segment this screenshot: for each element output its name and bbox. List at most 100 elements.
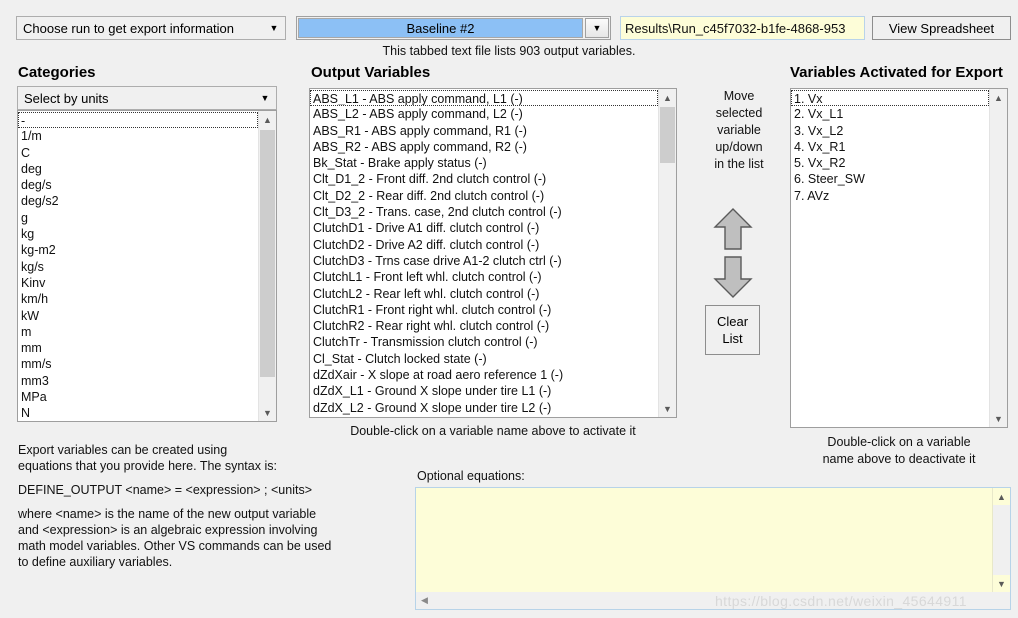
list-item[interactable]: deg (18, 161, 258, 177)
list-item[interactable]: ClutchL1 - Front left whl. clutch contro… (310, 269, 658, 285)
activated-hint: Double-click on a variable name above to… (790, 434, 1008, 468)
scrollbar-thumb[interactable] (260, 130, 275, 377)
equations-panel[interactable]: ▲ ▼ ◀ ▶ (415, 487, 1011, 610)
list-item[interactable]: N (18, 405, 258, 421)
scroll-down-icon[interactable]: ▼ (990, 410, 1007, 427)
output-variables-list-items[interactable]: ABS_L1 - ABS apply command, L1 (-) ABS_L2… (310, 89, 658, 417)
equations-input[interactable] (416, 488, 992, 592)
categories-select[interactable]: Select by units ▼ (17, 86, 277, 110)
help-syntax: DEFINE_OUTPUT <name> = <expression> ; <u… (18, 483, 313, 497)
list-item[interactable]: - (18, 112, 258, 129)
list-item[interactable]: km/h (18, 291, 258, 307)
list-item[interactable]: Bk_Stat - Brake apply status (-) (310, 155, 658, 171)
list-item[interactable]: Kinv (18, 275, 258, 291)
list-item[interactable]: ClutchR2 - Rear right whl. clutch contro… (310, 318, 658, 334)
output-variables-listbox[interactable]: ABS_L1 - ABS apply command, L1 (-) ABS_L2… (309, 88, 677, 418)
categories-select-value: Select by units (24, 90, 109, 106)
output-variables-heading: Output Variables (311, 64, 431, 81)
list-item[interactable]: deg/s (18, 177, 258, 193)
list-item[interactable]: kW (18, 308, 258, 324)
list-item[interactable]: mm3 (18, 373, 258, 389)
list-item[interactable]: C (18, 145, 258, 161)
clear-list-label-line: Clear (716, 314, 749, 329)
list-item[interactable]: 2. Vx_L1 (791, 106, 989, 122)
list-item[interactable]: dZdXair - X slope at road aero reference… (310, 367, 658, 383)
list-item[interactable]: MPa (18, 389, 258, 405)
equations-vscrollbar[interactable]: ▲ ▼ (992, 488, 1010, 592)
list-item[interactable]: g (18, 210, 258, 226)
list-item[interactable]: ClutchL2 - Rear left whl. clutch control… (310, 286, 658, 302)
list-item[interactable]: 4. Vx_R1 (791, 139, 989, 155)
list-item[interactable]: ABS_R2 - ABS apply command, R2 (-) (310, 139, 658, 155)
scroll-down-icon[interactable]: ▼ (993, 575, 1010, 592)
list-item[interactable]: ABS_R1 - ABS apply command, R1 (-) (310, 123, 658, 139)
view-spreadsheet-button[interactable]: View Spreadsheet (872, 16, 1011, 40)
clear-list-label-line: List (722, 331, 743, 346)
activated-scrollbar[interactable]: ▲ ▼ (989, 89, 1007, 427)
list-item[interactable]: 5. Vx_R2 (791, 155, 989, 171)
activated-list-items[interactable]: 1. Vx 2. Vx_L1 3. Vx_L2 4. Vx_R1 5. Vx_R2 6. … (791, 89, 989, 427)
list-item[interactable]: 3. Vx_L2 (791, 123, 989, 139)
list-item[interactable]: Clt_D1_2 - Front diff. 2nd clutch contro… (310, 171, 658, 187)
list-item[interactable]: 1. Vx (791, 90, 989, 107)
categories-listbox[interactable]: -1/m Cdeg deg/s deg/s2 g kg kg-m2 kg/s Kinv km/h k… (17, 110, 277, 422)
scrollbar-thumb[interactable] (660, 107, 675, 163)
scroll-down-icon[interactable]: ▼ (659, 400, 676, 417)
equations-label: Optional equations: (417, 469, 525, 483)
list-item[interactable]: ClutchR1 - Front right whl. clutch contr… (310, 302, 658, 318)
equations-hscrollbar[interactable]: ◀ ▶ (416, 592, 1010, 609)
file-info-text: This tabbed text file lists 903 output v… (382, 44, 636, 58)
list-item[interactable]: ABS_L1 - ABS apply command, L1 (-) (310, 90, 658, 107)
list-item[interactable]: kg-m2 (18, 242, 258, 258)
help-para2-line3: math model variables. Other VS commands … (18, 539, 332, 553)
equations-row: ▲ ▼ (416, 488, 1010, 592)
activated-hint-line: name above to deactivate it (822, 452, 976, 466)
scroll-up-icon[interactable]: ▲ (990, 89, 1007, 106)
categories-list-items[interactable]: -1/m Cdeg deg/s deg/s2 g kg kg-m2 kg/s Kinv km/h k… (18, 111, 258, 421)
run-value-dropdown[interactable]: Baseline #2 ▼ (296, 16, 611, 40)
list-item[interactable]: Clt_D3_2 - Trans. case, 2nd clutch contr… (310, 204, 658, 220)
scroll-left-icon[interactable]: ◀ (416, 592, 433, 609)
run-selector-label: Choose run to get export information (23, 20, 235, 36)
list-item[interactable]: dZdX_L2 - Ground X slope under tire L2 (… (310, 400, 658, 416)
list-item[interactable]: mm/s (18, 356, 258, 372)
list-item[interactable]: ClutchD1 - Drive A1 diff. clutch control… (310, 220, 658, 236)
help-para1-line1: Export variables can be created using (18, 443, 228, 457)
move-caption-line: up/down (715, 140, 763, 154)
output-variables-scrollbar[interactable]: ▲ ▼ (658, 89, 676, 417)
list-item[interactable]: 7. AVz (791, 188, 989, 204)
results-path-field[interactable]: Results\Run_c45f7032-b1fe-4868-953 (620, 16, 865, 40)
scroll-up-icon[interactable]: ▲ (259, 111, 276, 128)
scroll-down-icon[interactable]: ▼ (259, 404, 276, 421)
categories-scrollbar[interactable]: ▲ ▼ (258, 111, 276, 421)
list-item[interactable]: kg/s (18, 259, 258, 275)
list-item[interactable]: kg (18, 226, 258, 242)
list-item[interactable]: Cl_Stat - Clutch locked state (-) (310, 351, 658, 367)
list-item[interactable]: 6. Steer_SW (791, 171, 989, 187)
run-selector-dropdown[interactable]: Choose run to get export information ▼ (16, 16, 286, 40)
categories-heading: Categories (18, 64, 96, 81)
list-item[interactable]: ClutchD3 - Trns case drive A1-2 clutch c… (310, 253, 658, 269)
chevron-down-icon[interactable]: ▼ (585, 18, 609, 38)
list-item[interactable]: dZdX_L1 - Ground X slope under tire L1 (… (310, 383, 658, 399)
scroll-up-icon[interactable]: ▲ (659, 89, 676, 106)
move-caption: Move selected variable up/down in the li… (691, 88, 787, 173)
help-para2-line1: where <name> is the name of the new outp… (18, 507, 317, 521)
results-path-value: Results\Run_c45f7032-b1fe-4868-953 (625, 20, 846, 36)
activated-listbox[interactable]: 1. Vx 2. Vx_L1 3. Vx_L2 4. Vx_R1 5. Vx_R2 6. … (790, 88, 1008, 428)
move-caption-line: selected (715, 106, 763, 120)
list-item[interactable]: 1/m (18, 128, 258, 144)
list-item[interactable]: deg/s2 (18, 193, 258, 209)
scroll-up-icon[interactable]: ▲ (993, 488, 1010, 505)
move-down-button[interactable] (713, 255, 753, 299)
scroll-right-icon[interactable]: ▶ (993, 592, 1010, 609)
move-up-button[interactable] (713, 207, 753, 251)
list-item[interactable]: ABS_L2 - ABS apply command, L2 (-) (310, 106, 658, 122)
list-item[interactable]: ClutchD2 - Drive A2 diff. clutch control… (310, 237, 658, 253)
list-item[interactable]: Clt_D2_2 - Rear diff. 2nd clutch control… (310, 188, 658, 204)
list-item[interactable]: mm (18, 340, 258, 356)
list-item[interactable]: m (18, 324, 258, 340)
list-item[interactable]: ClutchTr - Transmission clutch control (… (310, 334, 658, 350)
clear-list-button[interactable]: Clear List (705, 305, 760, 355)
